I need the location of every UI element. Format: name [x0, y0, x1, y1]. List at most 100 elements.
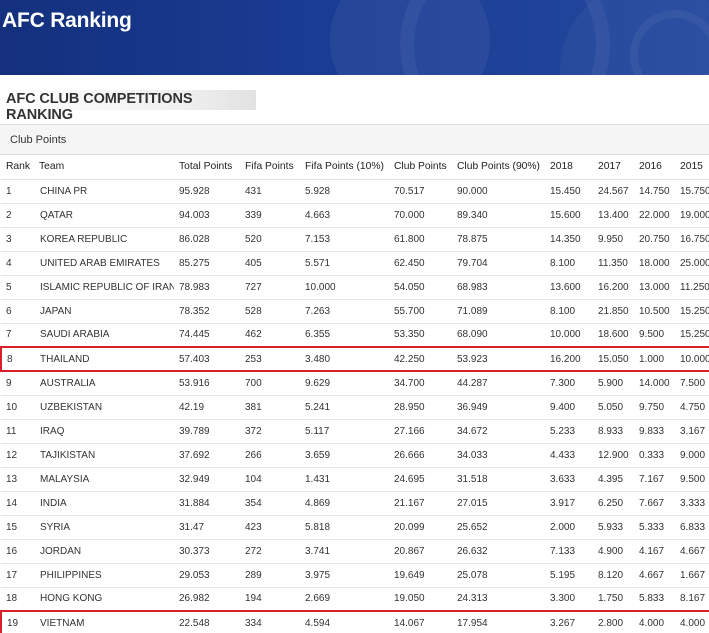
cell-year-2016: 20.750 — [634, 227, 675, 252]
cell-year-2018: 2.000 — [545, 515, 593, 540]
cell-club-points-90: 24.313 — [452, 587, 545, 612]
cell-year-2018: 14.350 — [545, 227, 593, 252]
cell-year-2017: 18.600 — [593, 323, 634, 348]
cell-year-2015: 3.167 — [675, 419, 709, 444]
table-row: 12 TAJIKISTAN 37.692 266 3.659 26.666 34.033 4.… — [1, 443, 709, 468]
section-heading: AFC CLUB COMPETITIONS RANKING — [0, 90, 256, 123]
cell-fifa-points: 354 — [240, 491, 300, 516]
ranking-panel: Club Points Rank Team Total Points Fifa Poi… — [0, 124, 709, 633]
column-header-club-points-90: Club Points (90%) — [452, 155, 545, 180]
cell-club-points: 19.649 — [389, 563, 452, 588]
table-row: 3 KOREA REPUBLIC 86.028 520 7.153 61.800 78.87… — [1, 227, 709, 252]
cell-year-2015: 1.667 — [675, 563, 709, 588]
cell-rank: 5 — [1, 275, 34, 300]
cell-fifa-points: 372 — [240, 419, 300, 444]
cell-year-2015: 4.750 — [675, 395, 709, 420]
cell-rank: 13 — [1, 467, 34, 492]
cell-rank: 2 — [1, 203, 34, 228]
cell-year-2017: 1.750 — [593, 587, 634, 612]
cell-fifa-points-10: 3.480 — [300, 346, 389, 372]
cell-year-2017: 16.200 — [593, 275, 634, 300]
cell-rank: 6 — [1, 299, 34, 324]
cell-club-points: 42.250 — [389, 346, 452, 372]
cell-team: THAILAND — [34, 346, 174, 372]
section-heading-text: AFC CLUB COMPETITIONS RANKING — [6, 91, 193, 123]
cell-year-2018: 13.600 — [545, 275, 593, 300]
cell-year-2018: 15.450 — [545, 179, 593, 204]
cell-club-points-90: 25.078 — [452, 563, 545, 588]
column-header-fifa-points: Fifa Points — [240, 155, 300, 180]
cell-rank: 8 — [0, 346, 34, 372]
cell-rank: 3 — [1, 227, 34, 252]
cell-total-points: 31.47 — [174, 515, 240, 540]
cell-total-points: 57.403 — [174, 346, 240, 372]
cell-fifa-points-10: 6.355 — [300, 323, 389, 348]
cell-team: MALAYSIA — [34, 467, 174, 492]
table-row: 14 INDIA 31.884 354 4.869 21.167 27.015 3.917 6.… — [1, 491, 709, 516]
table-row: 6 JAPAN 78.352 528 7.263 55.700 71.089 8.100 21.… — [1, 299, 709, 324]
cell-club-points-90: 44.287 — [452, 371, 545, 396]
cell-year-2015: 25.000 — [675, 251, 709, 276]
cell-club-points: 28.950 — [389, 395, 452, 420]
cell-year-2017: 8.933 — [593, 419, 634, 444]
column-header-club-points: Club Points — [389, 155, 452, 180]
cell-total-points: 22.548 — [174, 610, 240, 633]
cell-team: INDIA — [34, 491, 174, 516]
cell-year-2018: 3.267 — [545, 610, 593, 633]
column-header-year-2018: 2018 — [545, 155, 593, 180]
cell-year-2018: 7.300 — [545, 371, 593, 396]
cell-total-points: 78.352 — [174, 299, 240, 324]
cell-year-2015: 10.000 — [675, 346, 709, 372]
cell-year-2016: 9.500 — [634, 323, 675, 348]
cell-year-2017: 5.900 — [593, 371, 634, 396]
cell-year-2016: 14.750 — [634, 179, 675, 204]
table-row: 9 AUSTRALIA 53.916 700 9.629 34.700 44.287 7.30… — [1, 371, 709, 396]
column-header-total-points: Total Points — [174, 155, 240, 180]
cell-year-2016: 0.333 — [634, 443, 675, 468]
cell-club-points: 21.167 — [389, 491, 452, 516]
cell-year-2018: 5.233 — [545, 419, 593, 444]
cell-year-2015: 4.000 — [675, 610, 709, 633]
cell-team: PHILIPPINES — [34, 563, 174, 588]
cell-fifa-points-10: 5.818 — [300, 515, 389, 540]
cell-fifa-points-10: 7.153 — [300, 227, 389, 252]
cell-year-2016: 5.333 — [634, 515, 675, 540]
cell-total-points: 78.983 — [174, 275, 240, 300]
cell-team: SYRIA — [34, 515, 174, 540]
cell-team: QATAR — [34, 203, 174, 228]
cell-rank: 18 — [1, 587, 34, 612]
column-header-rank: Rank — [1, 155, 34, 180]
cell-club-points-90: 89.340 — [452, 203, 545, 228]
cell-team: AUSTRALIA — [34, 371, 174, 396]
cell-year-2017: 6.250 — [593, 491, 634, 516]
cell-year-2016: 9.750 — [634, 395, 675, 420]
cell-fifa-points-10: 3.975 — [300, 563, 389, 588]
cell-year-2018: 3.917 — [545, 491, 593, 516]
cell-fifa-points-10: 7.263 — [300, 299, 389, 324]
cell-total-points: 32.949 — [174, 467, 240, 492]
cell-year-2015: 8.167 — [675, 587, 709, 612]
cell-year-2015: 9.000 — [675, 443, 709, 468]
cell-year-2018: 15.600 — [545, 203, 593, 228]
table-row: 7 SAUDI ARABIA 74.445 462 6.355 53.350 68.090 1… — [1, 323, 709, 348]
cell-total-points: 86.028 — [174, 227, 240, 252]
cell-year-2017: 24.567 — [593, 179, 634, 204]
cell-team: HONG KONG — [34, 587, 174, 612]
cell-year-2016: 7.167 — [634, 467, 675, 492]
cell-year-2018: 9.400 — [545, 395, 593, 420]
cell-team: SAUDI ARABIA — [34, 323, 174, 348]
cell-year-2016: 4.000 — [634, 610, 675, 633]
cell-rank: 10 — [1, 395, 34, 420]
table-row: 1 CHINA PR 95.928 431 5.928 70.517 90.000 15.45… — [1, 179, 709, 204]
cell-year-2017: 4.900 — [593, 539, 634, 564]
cell-year-2018: 8.100 — [545, 251, 593, 276]
column-header-year-2017: 2017 — [593, 155, 634, 180]
table-row: 18 HONG KONG 26.982 194 2.669 19.050 24.313 3.3… — [1, 587, 709, 612]
cell-club-points-90: 27.015 — [452, 491, 545, 516]
cell-year-2016: 22.000 — [634, 203, 675, 228]
table-row: 15 SYRIA 31.47 423 5.818 20.099 25.652 2.000 5.9… — [1, 515, 709, 540]
table-row: 11 IRAQ 39.789 372 5.117 27.166 34.672 5.233 8.9… — [1, 419, 709, 444]
cell-fifa-points: 289 — [240, 563, 300, 588]
cell-year-2015: 3.333 — [675, 491, 709, 516]
cell-year-2016: 1.000 — [634, 346, 675, 372]
